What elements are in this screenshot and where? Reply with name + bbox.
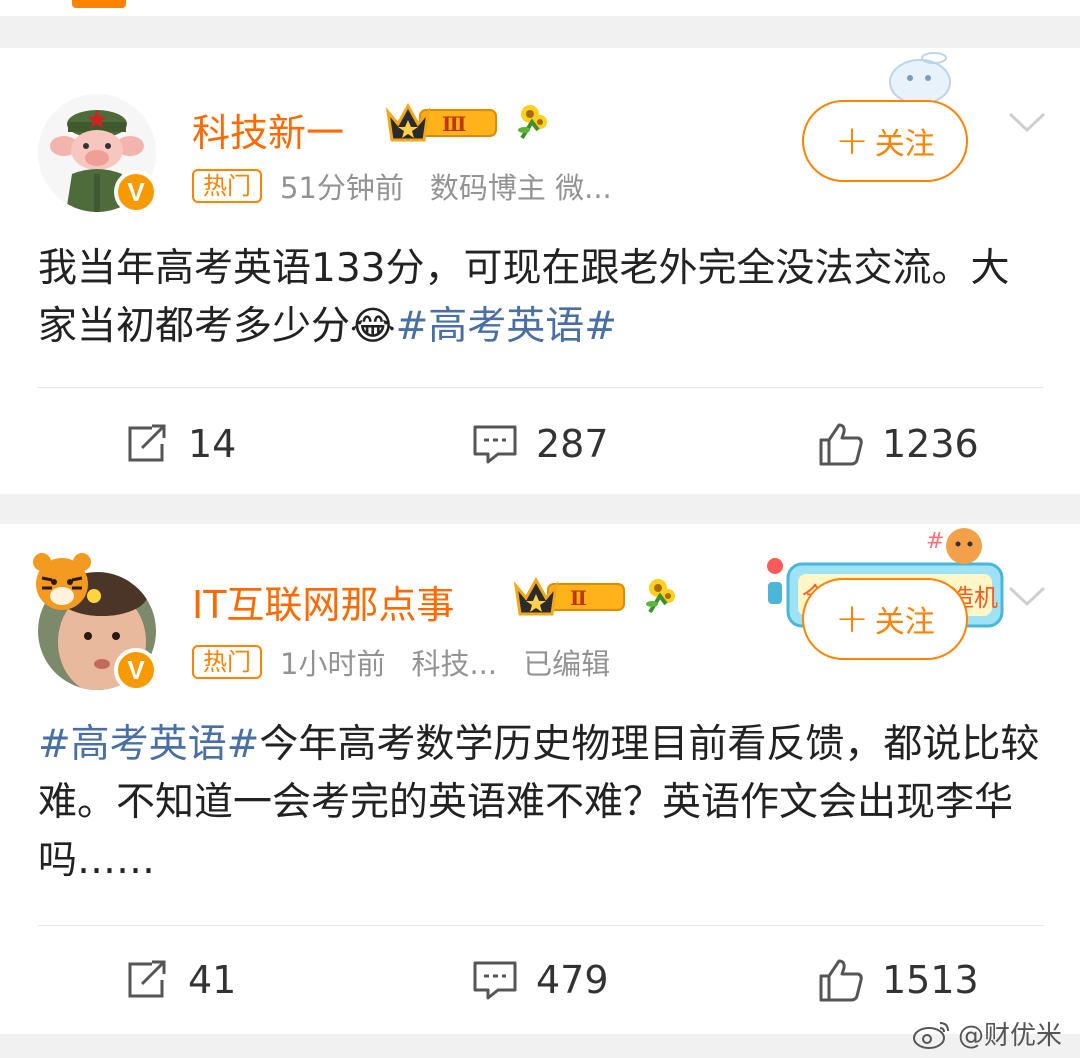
sunflower-icon xyxy=(518,105,547,140)
hot-badge: 热门 xyxy=(192,645,262,679)
post-card[interactable]: 全 造机 # V IT互联网那点事 xyxy=(0,524,1080,1034)
avatar[interactable]: V xyxy=(33,553,158,692)
comment-count: 479 xyxy=(536,958,609,1002)
topic-link[interactable]: #高考英语# xyxy=(396,304,617,349)
share-count: 41 xyxy=(188,958,237,1002)
plus-icon: + xyxy=(835,118,869,164)
post-source: 科技... xyxy=(411,647,498,681)
share-icon xyxy=(128,424,166,462)
post-time: 1小时前 xyxy=(280,647,386,681)
share-button[interactable]: 14 xyxy=(126,414,236,474)
verified-v-icon: V xyxy=(114,170,158,214)
top-tab-bar xyxy=(0,0,1080,16)
tiger-sticker xyxy=(33,553,101,610)
like-button[interactable]: 1236 xyxy=(818,414,979,474)
vip-crown-icon: Ⅱ xyxy=(513,576,625,616)
post-time: 51分钟前 xyxy=(280,171,404,205)
follow-button-label: 关注 xyxy=(874,127,935,162)
crown-level: Ⅲ xyxy=(442,112,466,136)
username[interactable]: 科技新一 xyxy=(192,102,344,157)
vip-crown-icon: Ⅲ xyxy=(385,102,497,142)
post-meta: 热门 51分钟前 数码博主 微... xyxy=(192,166,638,206)
like-button[interactable]: 1513 xyxy=(818,950,979,1010)
emoji-laugh: 😂 xyxy=(350,304,396,349)
sunflower-icon xyxy=(646,579,675,614)
post-content: #高考英语#今年高考数学历史物理目前看反馈，都说比较难。不知道一会考完的英语难不… xyxy=(38,716,1044,890)
comment-button[interactable]: 287 xyxy=(472,414,609,474)
comment-icon xyxy=(473,425,517,464)
follow-button-label: 关注 xyxy=(874,605,935,640)
comment-count: 287 xyxy=(536,422,609,466)
plus-icon: + xyxy=(835,596,869,642)
decoration-sticker xyxy=(889,52,951,104)
like-count: 1513 xyxy=(882,958,979,1002)
username[interactable]: IT互联网那点事 xyxy=(192,574,454,629)
post-source: 数码博主 微... xyxy=(429,171,612,205)
like-icon xyxy=(819,423,863,466)
divider xyxy=(38,387,1044,388)
svg-text:#: # xyxy=(926,529,944,554)
share-icon xyxy=(128,960,166,998)
post-card[interactable]: V 科技新一 Ⅲ 热门 51分钟前 数码博主 微... + 关注 我当年高考英语… xyxy=(0,48,1080,494)
chevron-down-icon[interactable] xyxy=(1008,584,1046,608)
action-bar: 41 479 1513 xyxy=(0,950,1080,1010)
post-meta: 热门 1小时前 科技... 已编辑 xyxy=(192,642,636,682)
verified-v-icon: V xyxy=(114,648,158,692)
watermark-text: @财优米 xyxy=(957,1021,1062,1051)
crown-level: Ⅱ xyxy=(570,586,587,610)
avatar[interactable]: V xyxy=(38,94,158,214)
action-bar: 14 287 1236 xyxy=(0,414,1080,474)
like-count: 1236 xyxy=(882,422,979,466)
post-content: 我当年高考英语133分，可现在跟老外完全没法交流。大家当初都考多少分😂#高考英语… xyxy=(38,240,1044,356)
watermark: @财优米 xyxy=(912,1015,1062,1052)
share-button[interactable]: 41 xyxy=(126,950,236,1010)
comment-button[interactable]: 479 xyxy=(472,950,609,1010)
topic-link[interactable]: #高考英语# xyxy=(38,722,259,767)
edited-label: 已编辑 xyxy=(523,647,611,681)
active-tab-indicator xyxy=(72,0,126,8)
comment-icon xyxy=(473,961,517,1000)
divider xyxy=(38,925,1044,926)
follow-button[interactable]: + 关注 xyxy=(802,578,968,660)
chevron-down-icon[interactable] xyxy=(1008,110,1046,134)
share-count: 14 xyxy=(188,422,237,466)
follow-button[interactable]: + 关注 xyxy=(802,100,968,182)
hot-badge: 热门 xyxy=(192,169,262,203)
weibo-logo-icon xyxy=(912,1021,949,1049)
like-icon xyxy=(819,959,863,1002)
